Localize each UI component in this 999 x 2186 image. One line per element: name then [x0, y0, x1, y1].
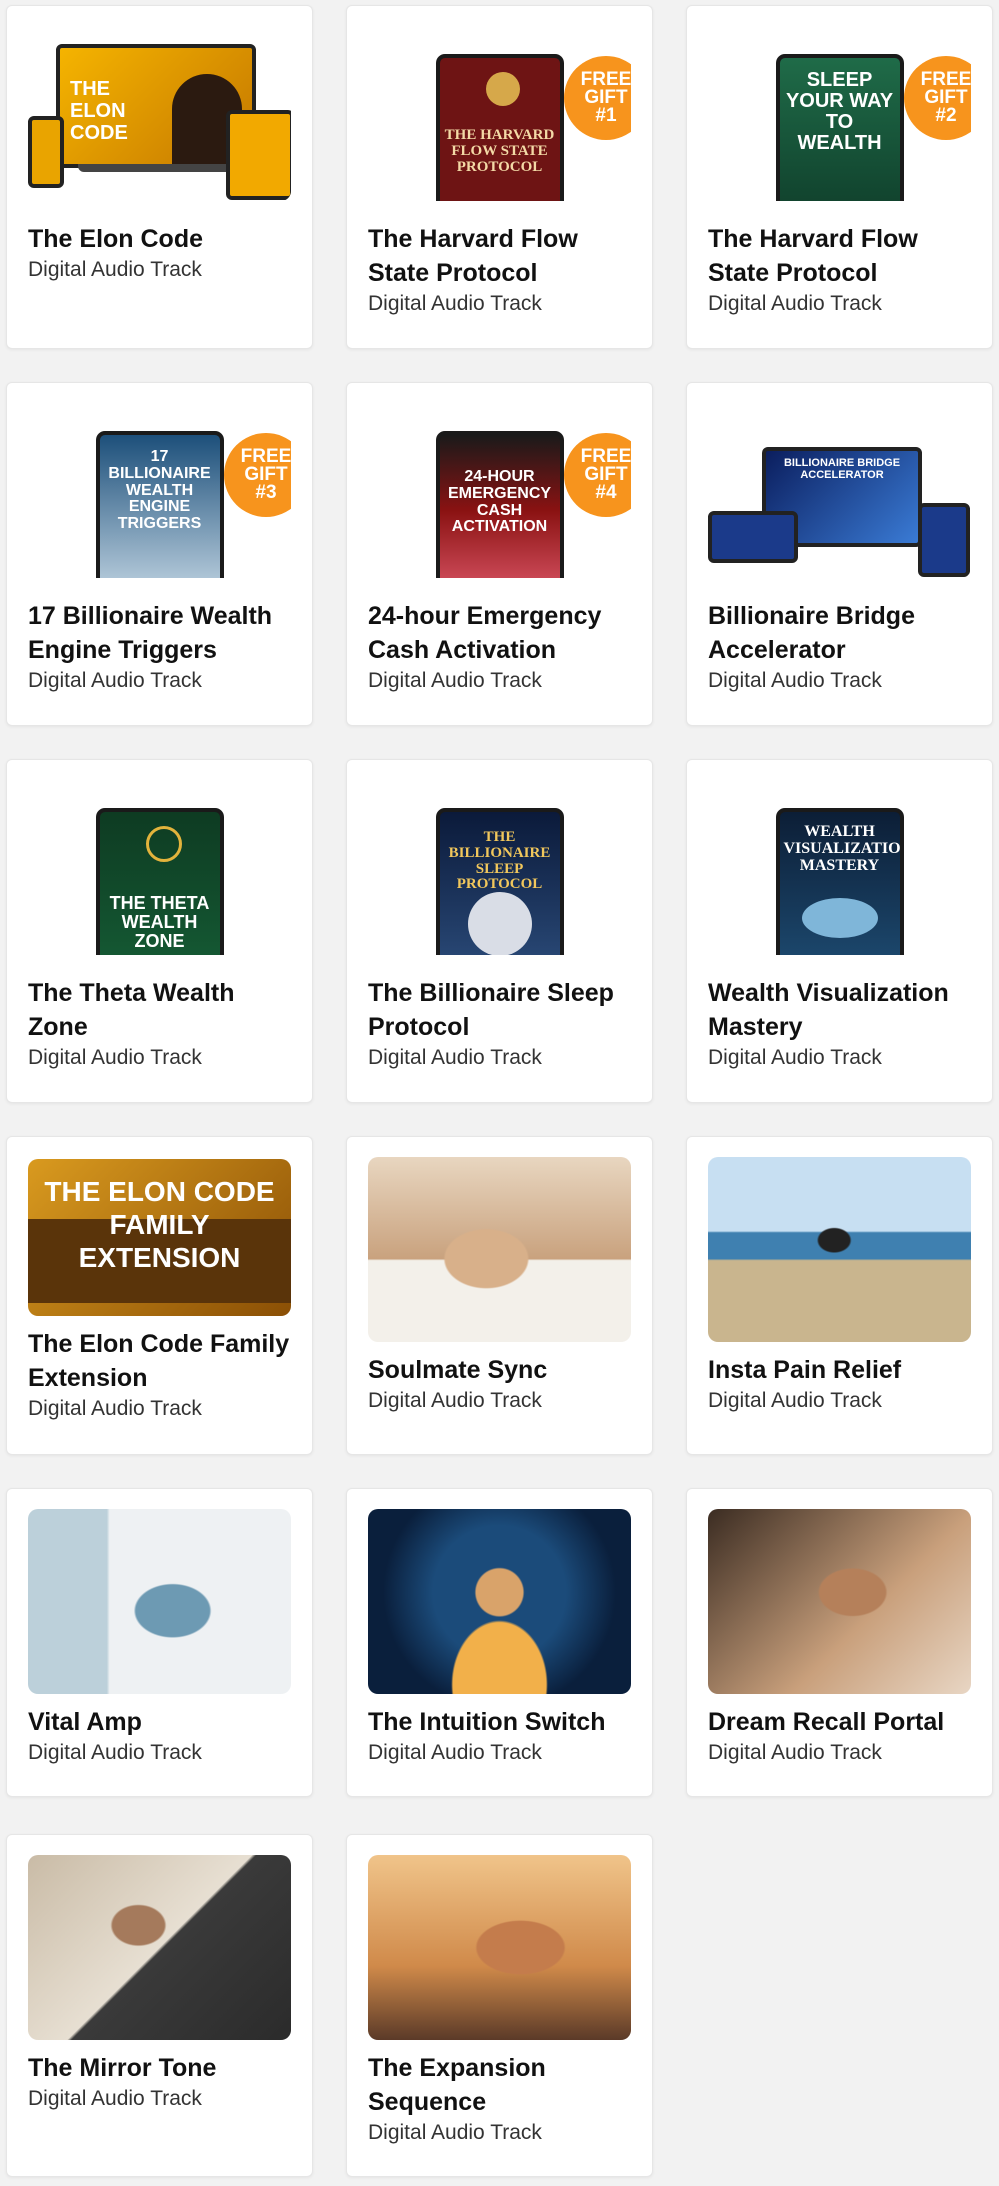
product-title[interactable]: The Harvard Flow State Protocol: [708, 222, 974, 290]
product-image: SLEEP YOUR WAY TO WEALTH FREE GIFT #2: [708, 26, 971, 201]
product-title[interactable]: Wealth Visualization Mastery: [708, 976, 974, 1044]
product-title[interactable]: 17 Billionaire Wealth Engine Triggers: [28, 599, 294, 667]
product-title[interactable]: The Theta Wealth Zone: [28, 976, 294, 1044]
product-image: THE BILLIONAIRE SLEEP PROTOCOL: [368, 780, 631, 955]
cover-text: 24-HOUR EMERGENCY CASH ACTIVATION: [447, 468, 552, 536]
product-image: THE THETA WEALTH ZONE: [28, 780, 291, 955]
product-title[interactable]: The Mirror Tone: [28, 2051, 294, 2085]
cover-text: THE THETA WEALTH ZONE: [109, 893, 210, 951]
free-gift-badge: FREE GIFT #3: [228, 437, 291, 513]
product-card[interactable]: 17 BILLIONAIRE WEALTH ENGINE TRIGGERS FR…: [6, 382, 313, 726]
product-image: [368, 1509, 631, 1694]
product-image: 24-HOUR EMERGENCY CASH ACTIVATION FREE G…: [368, 403, 631, 578]
product-image: BILLIONAIRE BRIDGE ACCELERATOR: [708, 403, 971, 578]
product-card[interactable]: THE HARVARD FLOW STATE PROTOCOL FREE GIF…: [346, 5, 653, 349]
product-card[interactable]: WEALTH VISUALIZATION MASTERY Wealth Visu…: [686, 759, 993, 1103]
product-image: THE HARVARD FLOW STATE PROTOCOL FREE GIF…: [368, 26, 631, 201]
product-image: [28, 1509, 291, 1694]
product-subtitle: Digital Audio Track: [28, 1046, 202, 1069]
product-subtitle: Digital Audio Track: [368, 1046, 542, 1069]
product-card[interactable]: SLEEP YOUR WAY TO WEALTH FREE GIFT #2 Th…: [686, 5, 993, 349]
free-gift-badge: FREE GIFT #2: [908, 60, 971, 136]
product-card[interactable]: The Intuition Switch Digital Audio Track: [346, 1488, 653, 1797]
product-card[interactable]: Insta Pain Relief Digital Audio Track: [686, 1136, 993, 1455]
product-title[interactable]: The Expansion Sequence: [368, 2051, 634, 2119]
cover-text: BILLIONAIRE BRIDGE ACCELERATOR: [783, 457, 901, 481]
product-title[interactable]: The Elon Code: [28, 222, 294, 256]
product-card[interactable]: 24-HOUR EMERGENCY CASH ACTIVATION FREE G…: [346, 382, 653, 726]
product-subtitle: Digital Audio Track: [368, 669, 542, 692]
product-title[interactable]: The Billionaire Sleep Protocol: [368, 976, 634, 1044]
cover-text: WEALTH VISUALIZATION MASTERY: [783, 823, 904, 874]
cover-text: 17 BILLIONAIRE WEALTH ENGINE TRIGGERS: [108, 448, 211, 533]
free-gift-badge: FREE GIFT #1: [568, 60, 631, 136]
product-subtitle: Digital Audio Track: [708, 292, 882, 315]
product-subtitle: Digital Audio Track: [708, 669, 882, 692]
product-subtitle: Digital Audio Track: [28, 1741, 202, 1764]
product-subtitle: Digital Audio Track: [368, 1389, 542, 1412]
product-card[interactable]: THE ELON CODE The Elon Code Digital Audi…: [6, 5, 313, 349]
cover-text: THE ELON CODE: [70, 78, 128, 144]
product-title[interactable]: The Elon Code Family Extension: [28, 1327, 294, 1395]
product-subtitle: Digital Audio Track: [28, 669, 202, 692]
product-image: THE ELON CODE FAMILY EXTENSION: [28, 1159, 291, 1316]
product-card[interactable]: The Mirror Tone Digital Audio Track: [6, 1834, 313, 2177]
cover-text: THE BILLIONAIRE SLEEP PROTOCOL: [448, 829, 551, 893]
product-image: [368, 1855, 631, 2040]
cover-text: SLEEP YOUR WAY TO WEALTH: [785, 69, 894, 154]
product-card[interactable]: THE THETA WEALTH ZONE The Theta Wealth Z…: [6, 759, 313, 1103]
product-subtitle: Digital Audio Track: [28, 258, 202, 281]
product-image: [368, 1157, 631, 1342]
product-image: THE ELON CODE: [28, 26, 291, 201]
product-card[interactable]: THE BILLIONAIRE SLEEP PROTOCOL The Billi…: [346, 759, 653, 1103]
cover-text: THE ELON CODE FAMILY EXTENSION: [44, 1176, 275, 1273]
product-image: [28, 1855, 291, 2040]
product-card[interactable]: The Expansion Sequence Digital Audio Tra…: [346, 1834, 653, 2177]
product-title[interactable]: Insta Pain Relief: [708, 1353, 974, 1387]
product-title[interactable]: Dream Recall Portal: [708, 1705, 974, 1739]
product-title[interactable]: Soulmate Sync: [368, 1353, 634, 1387]
product-card[interactable]: Vital Amp Digital Audio Track: [6, 1488, 313, 1797]
product-card[interactable]: THE ELON CODE FAMILY EXTENSION The Elon …: [6, 1136, 313, 1455]
product-card[interactable]: BILLIONAIRE BRIDGE ACCELERATOR Billionai…: [686, 382, 993, 726]
product-title[interactable]: Vital Amp: [28, 1705, 294, 1739]
product-subtitle: Digital Audio Track: [368, 1741, 542, 1764]
product-subtitle: Digital Audio Track: [28, 1397, 202, 1420]
product-title[interactable]: The Harvard Flow State Protocol: [368, 222, 634, 290]
product-subtitle: Digital Audio Track: [368, 2121, 542, 2144]
product-subtitle: Digital Audio Track: [28, 2087, 202, 2110]
product-title[interactable]: 24-hour Emergency Cash Activation: [368, 599, 634, 667]
product-image: [708, 1509, 971, 1694]
free-gift-badge: FREE GIFT #4: [568, 437, 631, 513]
product-card[interactable]: Dream Recall Portal Digital Audio Track: [686, 1488, 993, 1797]
product-subtitle: Digital Audio Track: [708, 1389, 882, 1412]
product-image: [708, 1157, 971, 1342]
product-card[interactable]: Soulmate Sync Digital Audio Track: [346, 1136, 653, 1455]
product-subtitle: Digital Audio Track: [708, 1046, 882, 1069]
product-subtitle: Digital Audio Track: [368, 292, 542, 315]
product-image: WEALTH VISUALIZATION MASTERY: [708, 780, 971, 955]
cover-text: THE HARVARD FLOW STATE PROTOCOL: [444, 127, 555, 175]
product-title[interactable]: Billionaire Bridge Accelerator: [708, 599, 974, 667]
product-image: 17 BILLIONAIRE WEALTH ENGINE TRIGGERS FR…: [28, 403, 291, 578]
product-subtitle: Digital Audio Track: [708, 1741, 882, 1764]
product-title[interactable]: The Intuition Switch: [368, 1705, 634, 1739]
